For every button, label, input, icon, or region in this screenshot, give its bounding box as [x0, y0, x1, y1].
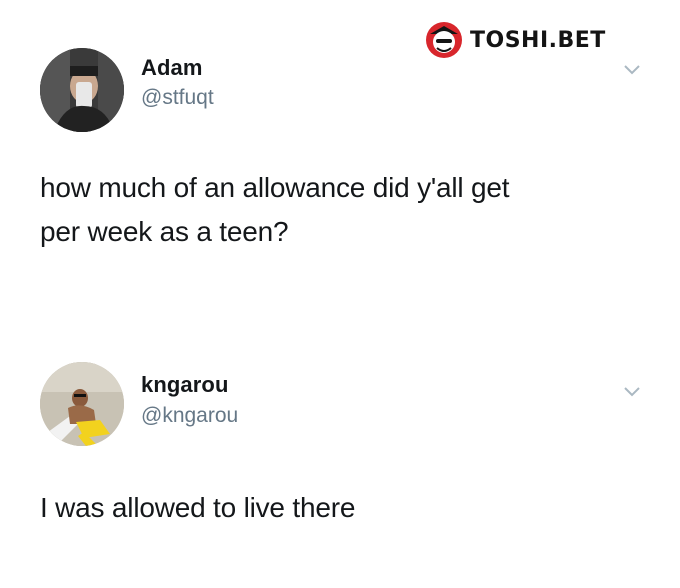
tweet-reply: kngarou @kngarou I was allowed to live t…: [0, 0, 680, 588]
author-handle[interactable]: @kngarou: [141, 404, 238, 428]
avatar-photo: [40, 362, 124, 446]
tweet-text: I was allowed to live there: [40, 486, 355, 530]
author-name[interactable]: kngarou: [141, 372, 229, 398]
chevron-down-icon[interactable]: [623, 386, 641, 398]
avatar[interactable]: [40, 362, 124, 446]
tweet-text-line: I was allowed to live there: [40, 492, 356, 523]
